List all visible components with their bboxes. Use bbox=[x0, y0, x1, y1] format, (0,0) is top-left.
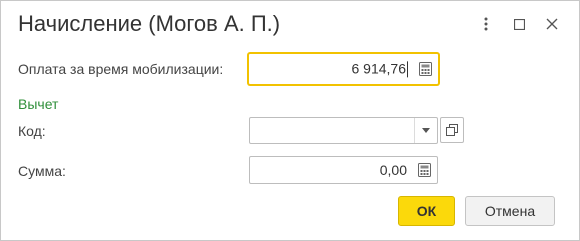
deduction-section-label: Вычет bbox=[18, 96, 59, 112]
mobilization-pay-label: Оплата за время мобилизации: bbox=[18, 61, 224, 77]
amount-input[interactable]: 0,00 bbox=[249, 156, 438, 184]
amount-value: 0,00 bbox=[379, 162, 407, 178]
open-window-icon bbox=[446, 124, 458, 136]
dialog-window: Начисление (Могов А. П.) Оплата за время… bbox=[0, 0, 580, 241]
amount-label: Сумма: bbox=[18, 163, 66, 179]
chevron-down-icon[interactable] bbox=[414, 118, 437, 143]
open-reference-button[interactable] bbox=[440, 117, 464, 143]
code-label: Код: bbox=[18, 123, 46, 139]
window-title: Начисление (Могов А. П.) bbox=[18, 11, 281, 36]
code-select[interactable] bbox=[249, 117, 438, 144]
calculator-icon[interactable] bbox=[415, 161, 433, 179]
ok-button[interactable]: ОК bbox=[398, 196, 455, 226]
cancel-button[interactable]: Отмена bbox=[465, 196, 555, 226]
mobilization-pay-input[interactable]: 6 914,76 bbox=[248, 53, 439, 85]
more-icon[interactable] bbox=[477, 15, 495, 33]
mobilization-pay-value: 6 914,76 bbox=[351, 60, 408, 78]
maximize-icon[interactable] bbox=[510, 15, 528, 33]
calculator-icon[interactable] bbox=[416, 60, 434, 78]
text-caret bbox=[407, 61, 408, 78]
close-icon[interactable] bbox=[543, 15, 561, 33]
